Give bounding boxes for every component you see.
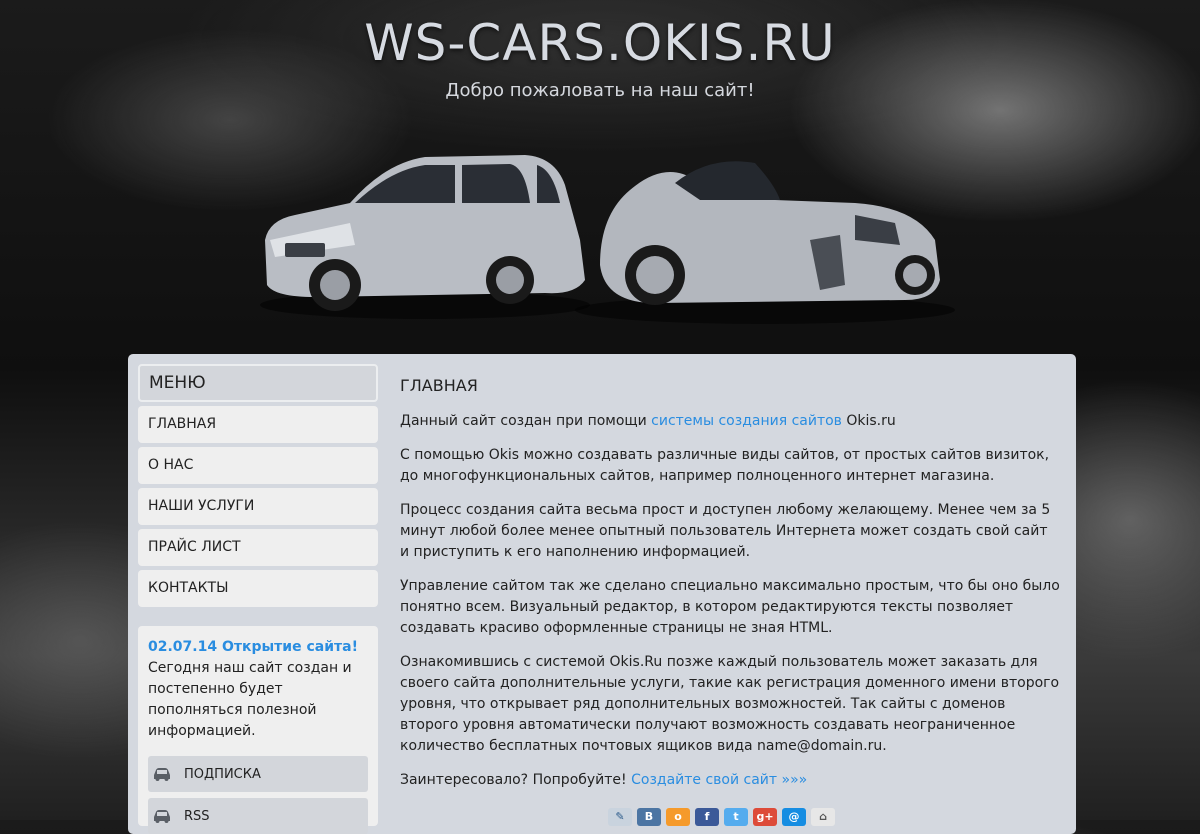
sports-car bbox=[600, 161, 940, 305]
rss-button[interactable]: RSS bbox=[148, 798, 368, 834]
create-site-link[interactable]: Создайте свой сайт »»» bbox=[631, 772, 807, 788]
social-share-bar: ✎ B o f t g+ @ ⌂ bbox=[608, 808, 835, 826]
cars-banner-image bbox=[260, 155, 955, 324]
vkontakte-icon[interactable]: B bbox=[637, 808, 661, 826]
site-header: WS-CARS.OKIS.RU Добро пожаловать на наш … bbox=[0, 0, 1200, 340]
odnoklassniki-icon[interactable]: o bbox=[666, 808, 690, 826]
minivan-car bbox=[265, 155, 585, 311]
site-builder-link[interactable]: системы создания сайтов bbox=[651, 413, 842, 429]
news-title-link[interactable]: 02.07.14 Открытие сайта! bbox=[148, 637, 368, 658]
subscribe-button[interactable]: ПОДПИСКА bbox=[148, 756, 368, 792]
menu-item-price-list[interactable]: ПРАЙС ЛИСТ bbox=[138, 529, 378, 566]
intro-suffix: Okis.ru bbox=[841, 413, 896, 429]
news-text: Сегодня наш сайт создан и постепенно буд… bbox=[148, 660, 352, 739]
menu-item-contacts[interactable]: КОНТАКТЫ bbox=[138, 570, 378, 607]
sidebar: МЕНЮ ГЛАВНАЯ О НАС НАШИ УСЛУГИ ПРАЙС ЛИС… bbox=[138, 364, 378, 834]
cta-text: Заинтересовало? Попробуйте! bbox=[400, 772, 632, 788]
paragraph-cta: Заинтересовало? Попробуйте! Создайте сво… bbox=[400, 770, 1060, 791]
facebook-icon[interactable]: f bbox=[695, 808, 719, 826]
site-title[interactable]: WS-CARS.OKIS.RU bbox=[0, 14, 1200, 72]
googleplus-icon[interactable]: g+ bbox=[753, 808, 777, 826]
paragraph-2: С помощью Okis можно создавать различные… bbox=[400, 447, 1050, 484]
menu-item-home[interactable]: ГЛАВНАЯ bbox=[138, 406, 378, 443]
car-icon bbox=[154, 810, 170, 823]
menu-heading: МЕНЮ bbox=[138, 364, 378, 402]
main-content: ГЛАВНАЯ Данный сайт создан при помощи си… bbox=[400, 376, 1060, 804]
paragraph-intro: Данный сайт создан при помощи системы со… bbox=[400, 411, 1060, 432]
home-icon[interactable]: ⌂ bbox=[811, 808, 835, 826]
news-block: 02.07.14 Открытие сайта! Сегодня наш сай… bbox=[138, 626, 378, 834]
paragraph-5: Ознакомившись с системой Okis.Ru позже к… bbox=[400, 654, 1060, 754]
main-panel: МЕНЮ ГЛАВНАЯ О НАС НАШИ УСЛУГИ ПРАЙС ЛИС… bbox=[128, 354, 1076, 834]
site-subtitle: Добро пожаловать на наш сайт! bbox=[445, 80, 755, 101]
rss-label: RSS bbox=[184, 808, 210, 824]
livejournal-icon[interactable]: ✎ bbox=[608, 808, 632, 826]
page-title: ГЛАВНАЯ bbox=[400, 376, 478, 395]
paragraph-3: Процесс создания сайта весьма прост и до… bbox=[400, 502, 1051, 560]
twitter-icon[interactable]: t bbox=[724, 808, 748, 826]
mailru-icon[interactable]: @ bbox=[782, 808, 806, 826]
menu-item-about[interactable]: О НАС bbox=[138, 447, 378, 484]
intro-text: Данный сайт создан при помощи bbox=[400, 413, 652, 429]
car-icon bbox=[154, 768, 170, 781]
menu-item-services[interactable]: НАШИ УСЛУГИ bbox=[138, 488, 378, 525]
paragraph-4: Управление сайтом так же сделано специал… bbox=[400, 578, 1060, 636]
subscribe-label: ПОДПИСКА bbox=[184, 766, 261, 782]
